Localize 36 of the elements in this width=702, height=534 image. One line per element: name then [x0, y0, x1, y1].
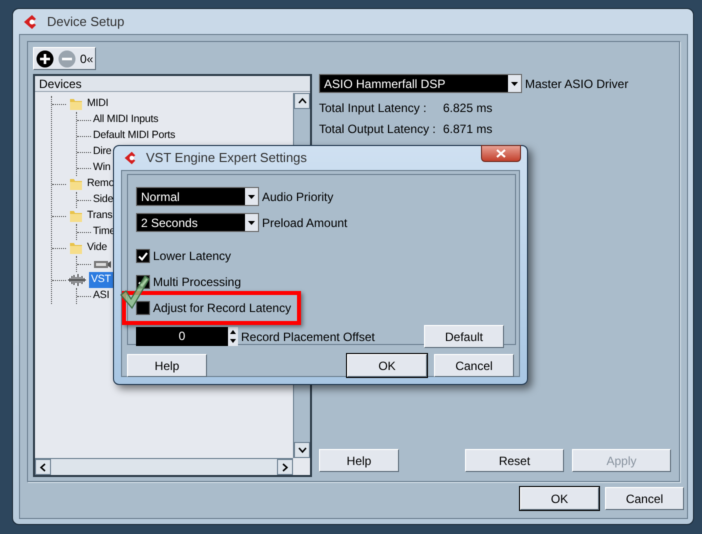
driver-dropdown[interactable]: ASIO Hammerfall DSP [319, 74, 522, 93]
field-label: Record Placement Offset [241, 328, 375, 346]
tree-item[interactable]: Side [93, 192, 114, 208]
help-button[interactable]: Help [319, 449, 399, 472]
reset-button[interactable]: Reset [465, 449, 564, 472]
reset-button[interactable]: 0« [78, 48, 96, 69]
field-label: Preload Amount [262, 214, 348, 232]
tree-item[interactable]: Win [93, 160, 110, 176]
latency-value: 6.825 ms [443, 100, 492, 117]
window-title: Device Setup [47, 12, 124, 31]
tree-header: Devices [35, 76, 310, 92]
ok-button[interactable]: OK [520, 487, 599, 510]
default-button[interactable]: Default [424, 325, 504, 348]
tree-item[interactable]: All MIDI Inputs [93, 112, 158, 128]
help-button[interactable]: Help [127, 354, 207, 377]
tree-item[interactable]: Default MIDI Ports [93, 128, 176, 144]
checkbox-label: Adjust for Record Latency [153, 300, 292, 317]
field-label: Audio Priority [262, 188, 334, 206]
latency-value: 6.871 ms [443, 121, 492, 138]
cancel-button[interactable]: Cancel [434, 354, 514, 377]
tree-item[interactable]: MIDI [87, 96, 108, 112]
preload-dropdown[interactable]: 2 Seconds [136, 213, 259, 232]
tree-item[interactable]: Vide [87, 240, 108, 256]
checkbox-label: Multi Processing [153, 274, 242, 291]
priority-dropdown[interactable]: Normal [136, 187, 259, 206]
latency-label: Total Input Latency : [319, 100, 428, 117]
tree-item[interactable]: Dire [93, 144, 112, 160]
tree-item[interactable]: VST [89, 272, 113, 288]
checkbox-label: Lower Latency [153, 248, 232, 265]
ok-button[interactable]: OK [347, 354, 427, 377]
tree-item[interactable]: ASI [93, 288, 110, 304]
tree-item[interactable]: Trans [87, 208, 112, 224]
cancel-button[interactable]: Cancel [605, 487, 684, 510]
driver-label: Master ASIO Driver [525, 76, 628, 92]
latency-label: Total Output Latency : [319, 121, 437, 138]
dialog-title: VST Engine Expert Settings [146, 148, 307, 167]
